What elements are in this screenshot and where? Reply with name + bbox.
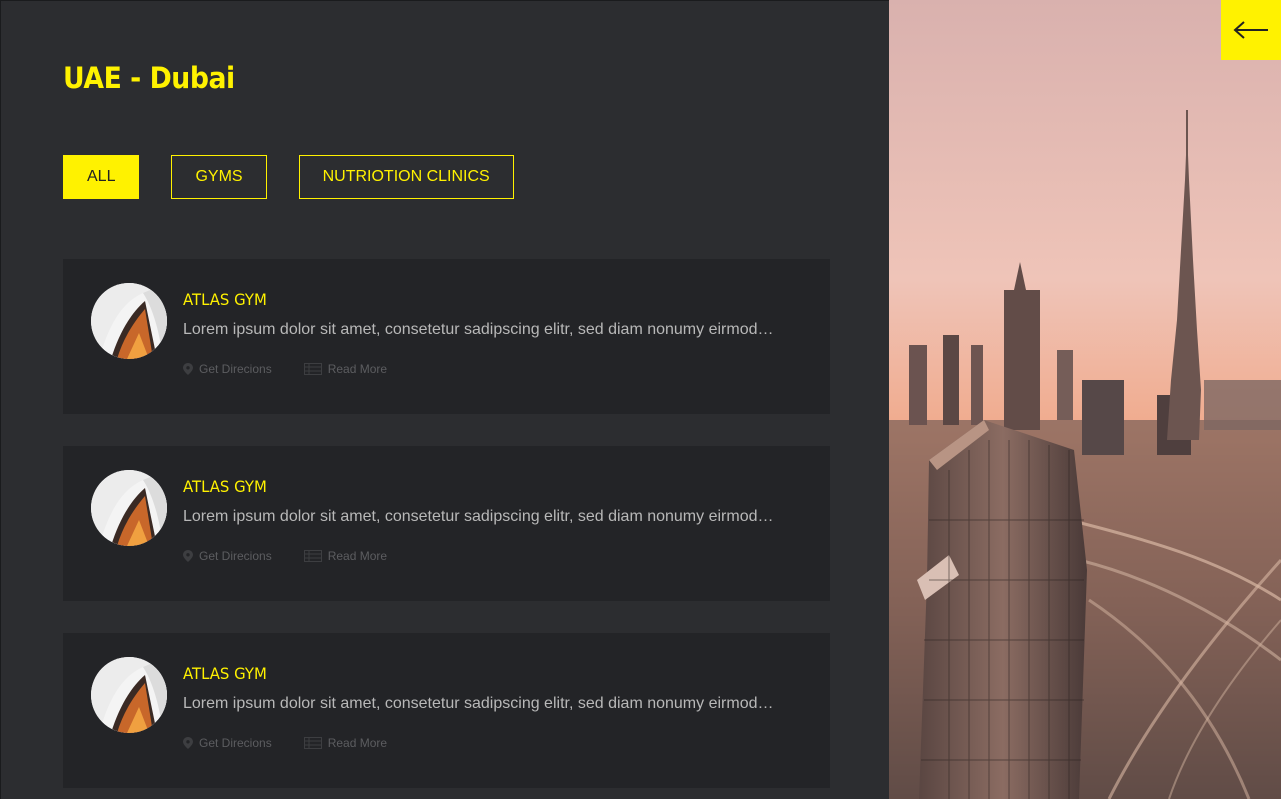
filter-nutrition-clinics-button[interactable]: NUTRIOTION CLINICS (298, 155, 514, 199)
page-title: UAE - Dubai (63, 61, 235, 95)
read-more-label: Read More (327, 736, 388, 750)
listing-card[interactable]: ATLAS GYM Lorem ipsum dolor sit amet, co… (63, 446, 830, 601)
avatar (91, 657, 167, 733)
avatar (91, 283, 167, 359)
listing-card[interactable]: ATLAS GYM Lorem ipsum dolor sit amet, co… (63, 259, 830, 414)
listing-title[interactable]: ATLAS GYM (183, 290, 267, 309)
read-more-link[interactable]: Read More (303, 736, 388, 750)
filter-all-button[interactable]: ALL (63, 155, 140, 199)
read-more-link[interactable]: Read More (303, 549, 388, 563)
get-directions-link[interactable]: Get Direcions (183, 362, 272, 376)
arrow-left-icon (1233, 21, 1268, 39)
city-skyline-image (889, 0, 1281, 799)
listing-description: Lorem ipsum dolor sit amet, consetetur s… (183, 695, 774, 712)
get-directions-label: Get Direcions (199, 736, 272, 750)
listing-actions: Get Direcions Read More (183, 549, 387, 563)
map-pin-icon (183, 550, 193, 562)
listing-description: Lorem ipsum dolor sit amet, consetetur s… (183, 508, 774, 525)
list-icon (303, 363, 322, 375)
read-more-label: Read More (327, 549, 388, 563)
listing-title[interactable]: ATLAS GYM (183, 664, 267, 683)
filter-gyms-button[interactable]: GYMS (171, 155, 267, 199)
get-directions-label: Get Direcions (199, 549, 272, 563)
read-more-link[interactable]: Read More (303, 362, 388, 376)
listing-title[interactable]: ATLAS GYM (183, 477, 267, 496)
back-button[interactable] (1221, 0, 1281, 60)
get-directions-link[interactable]: Get Direcions (183, 736, 272, 750)
get-directions-label: Get Direcions (199, 362, 272, 376)
listing-pane: UAE - Dubai ALL GYMS NUTRIOTION CLINICS … (0, 0, 889, 799)
listing-card[interactable]: ATLAS GYM Lorem ipsum dolor sit amet, co… (63, 633, 830, 788)
map-pin-icon (183, 363, 193, 375)
list-icon (303, 737, 322, 749)
list-icon (303, 550, 322, 562)
avatar (91, 470, 167, 546)
read-more-label: Read More (327, 362, 388, 376)
listing-actions: Get Direcions Read More (183, 362, 387, 376)
filter-bar: ALL GYMS NUTRIOTION CLINICS (63, 155, 514, 199)
listing-actions: Get Direcions Read More (183, 736, 387, 750)
get-directions-link[interactable]: Get Direcions (183, 549, 272, 563)
listing-description: Lorem ipsum dolor sit amet, consetetur s… (183, 321, 774, 338)
map-pin-icon (183, 737, 193, 749)
